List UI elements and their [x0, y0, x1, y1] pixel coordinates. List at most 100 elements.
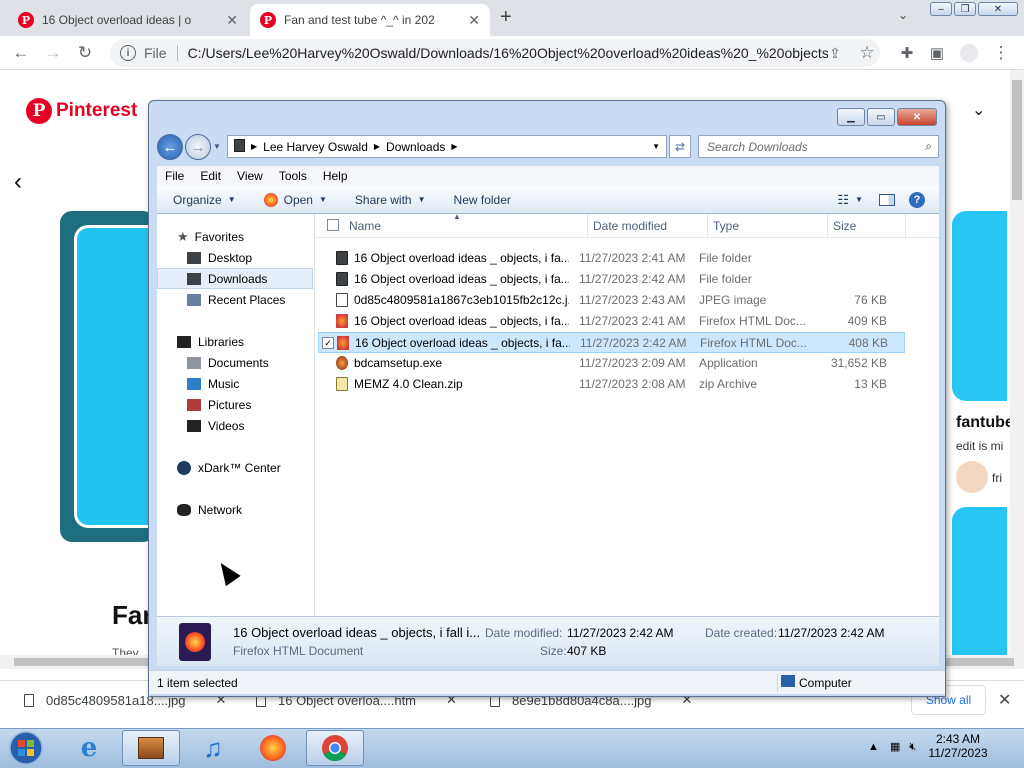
forward-arrow-icon[interactable]: →: [42, 42, 64, 64]
side-panel-icon[interactable]: ▣: [926, 42, 948, 64]
pinterest-logo[interactable]: P Pinterest: [26, 98, 137, 124]
info-icon[interactable]: i: [120, 45, 136, 61]
column-header-date[interactable]: Date modified: [593, 219, 667, 233]
menu-help[interactable]: Help: [315, 169, 356, 183]
share-with-button[interactable]: Share with ▼: [339, 193, 438, 207]
file-row[interactable]: 16 Object overload ideas _ objects, i fa…: [327, 248, 905, 269]
chrome-menu-icon[interactable]: ⋮: [990, 42, 1012, 64]
breadcrumb-separator-icon[interactable]: ▶: [451, 142, 457, 151]
minimize-icon[interactable]: ▁: [837, 108, 865, 126]
column-header-size[interactable]: Size: [833, 219, 856, 233]
refresh-button[interactable]: ⇄: [669, 135, 691, 158]
sidebar-item-documents[interactable]: Documents: [187, 352, 269, 373]
breadcrumb-item-user[interactable]: Lee Harvey Oswald: [257, 140, 374, 154]
help-button[interactable]: ?: [903, 191, 939, 208]
menu-view[interactable]: View: [229, 169, 271, 183]
new-folder-button[interactable]: New folder: [438, 193, 523, 207]
explorer-window-controls: ▁ ▭ ✕: [835, 108, 937, 126]
start-button[interactable]: [6, 730, 46, 766]
search-input[interactable]: Search Downloads ⌕: [698, 135, 939, 158]
url-text[interactable]: C:/Users/Lee%20Harvey%20Oswald/Downloads…: [188, 45, 828, 61]
column-header-type[interactable]: Type: [713, 219, 739, 233]
file-row[interactable]: 16 Object overload ideas _ objects, i fa…: [327, 311, 905, 332]
pin-image-right[interactable]: [952, 211, 1007, 401]
internet-explorer-taskbar-icon[interactable]: e: [60, 730, 118, 766]
reload-icon[interactable]: ↻: [74, 42, 96, 64]
forward-button[interactable]: →: [185, 134, 211, 160]
extensions-puzzle-icon[interactable]: ✚: [896, 42, 918, 64]
select-all-checkbox[interactable]: [327, 219, 339, 231]
maximize-icon[interactable]: ▭: [867, 108, 895, 126]
sidebar-item-recent-places[interactable]: Recent Places: [187, 289, 285, 310]
menu-edit[interactable]: Edit: [192, 169, 229, 183]
file-row[interactable]: MEMZ 4.0 Clean.zip 11/27/2023 2:08 AM zi…: [327, 374, 905, 395]
profile-avatar-icon[interactable]: [958, 42, 980, 64]
back-button[interactable]: ←: [157, 134, 183, 160]
file-date: 11/27/2023 2:08 AM: [579, 377, 686, 391]
network-icon: [177, 503, 191, 516]
address-dropdown-icon[interactable]: ▼: [652, 142, 660, 151]
pin-image-right-lower[interactable]: [952, 507, 1007, 657]
column-header-row: Name ▲ Date modified Type Size: [315, 212, 939, 238]
restore-icon[interactable]: ❐: [954, 2, 976, 16]
file-row[interactable]: 16 Object overload ideas _ objects, i fa…: [327, 269, 905, 290]
chrome-taskbar-icon[interactable]: [306, 730, 364, 766]
tab-title: 16 Object overload ideas | object: [42, 13, 192, 27]
breadcrumb-item-downloads[interactable]: Downloads: [380, 140, 451, 154]
sidebar-item-network[interactable]: Network: [177, 499, 242, 520]
close-tab-icon[interactable]: ✕: [226, 12, 238, 29]
sidebar-item-downloads[interactable]: Downloads: [157, 268, 313, 289]
back-arrow-icon[interactable]: ←: [10, 42, 32, 64]
close-window-icon[interactable]: ✕: [978, 2, 1018, 16]
close-window-icon[interactable]: ✕: [897, 108, 937, 126]
file-row[interactable]: 0d85c4809581a1867c3eb1015fb2c12c.j... 11…: [327, 290, 905, 311]
music-player-taskbar-icon[interactable]: ♫: [184, 730, 242, 766]
change-view-button[interactable]: ☷ ▼: [829, 192, 871, 208]
menu-tools[interactable]: Tools: [271, 169, 315, 183]
column-header-name[interactable]: Name: [349, 219, 381, 233]
pin-title[interactable]: fantube: [956, 414, 1014, 432]
close-downloads-bar-icon[interactable]: ✕: [998, 690, 1011, 710]
file-row-selected[interactable]: ✓ 16 Object overload ideas _ objects, i …: [318, 332, 905, 353]
volume-muted-icon[interactable]: 🔇︎: [909, 741, 916, 753]
recent-pages-chevron-icon[interactable]: ▼: [213, 142, 221, 151]
menu-file[interactable]: File: [157, 169, 192, 183]
breadcrumb[interactable]: ▶ Lee Harvey Oswald ▶ Downloads ▶ ▼: [227, 135, 667, 158]
back-chevron-icon[interactable]: ‹: [14, 168, 22, 196]
organize-button[interactable]: Organize ▼: [157, 193, 248, 207]
sidebar-item-videos[interactable]: Videos: [187, 415, 244, 436]
open-button[interactable]: Open ▼: [248, 192, 339, 207]
sidebar-item-favorites[interactable]: ★ Favorites: [177, 226, 244, 247]
taskbar-clock[interactable]: 2:43 AM 11/27/2023: [918, 732, 998, 760]
pin-user[interactable]: fri: [992, 471, 1002, 485]
sidebar-item-music[interactable]: Music: [187, 373, 239, 394]
avatar[interactable]: [956, 461, 988, 493]
address-bar[interactable]: i File C:/Users/Lee%20Harvey%20Oswald/Do…: [110, 39, 880, 67]
row-checkbox[interactable]: ✓: [322, 337, 334, 349]
pin-image-left[interactable]: [60, 211, 155, 542]
new-tab-plus-icon[interactable]: +: [500, 6, 512, 29]
tray-expand-icon[interactable]: ▲: [868, 741, 879, 753]
bookmark-star-icon[interactable]: ☆: [856, 42, 878, 64]
sidebar-item-desktop[interactable]: Desktop: [187, 247, 252, 268]
share-icon[interactable]: ⇪: [824, 42, 846, 64]
clock-date: 11/27/2023: [928, 746, 988, 760]
file-row[interactable]: bdcamsetup.exe 11/27/2023 2:09 AM Applic…: [327, 353, 905, 374]
firefox-taskbar-icon[interactable]: [244, 730, 302, 766]
search-icon[interactable]: ⌕: [925, 139, 932, 154]
network-tray-icon[interactable]: ▦: [890, 741, 900, 753]
sidebar-item-libraries[interactable]: Libraries: [177, 331, 244, 352]
pictures-icon: [187, 398, 201, 411]
details-file-type: Firefox HTML Document: [233, 644, 364, 658]
account-chevron-down-icon[interactable]: ⌄: [972, 100, 985, 120]
tab-search-chevron-icon[interactable]: ⌄: [898, 8, 908, 22]
browser-tab-2[interactable]: P Fan and test tube ^_^ in 2023 | T ✕: [250, 4, 490, 36]
sidebar-item-pictures[interactable]: Pictures: [187, 394, 251, 415]
browser-tab-1[interactable]: P 16 Object overload ideas | object ✕: [8, 4, 248, 36]
explorer-taskbar-icon[interactable]: [122, 730, 180, 766]
minimize-icon[interactable]: –: [930, 2, 952, 16]
sidebar-item-xdark-center[interactable]: xDark™ Center: [177, 457, 281, 478]
close-tab-icon[interactable]: ✕: [468, 12, 480, 29]
preview-pane-button[interactable]: [871, 193, 903, 206]
vertical-scroll-thumb[interactable]: [1012, 80, 1022, 200]
